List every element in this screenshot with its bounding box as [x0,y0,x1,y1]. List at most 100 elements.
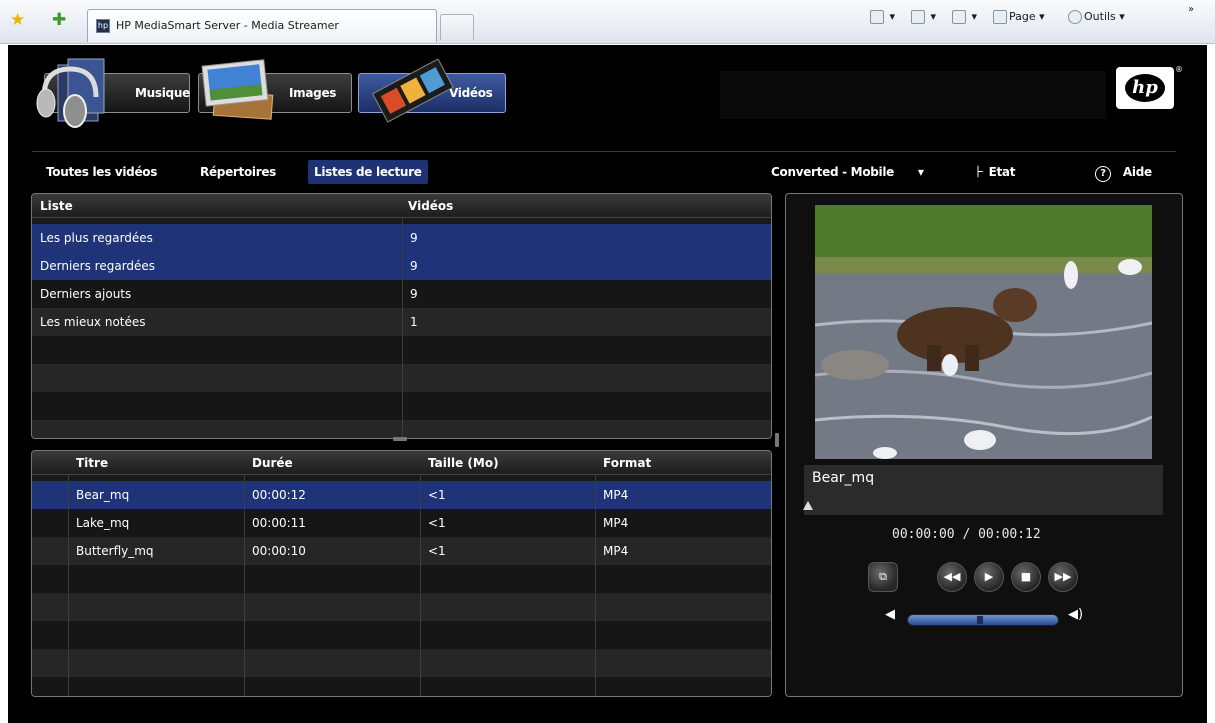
volume-down-icon[interactable]: ◀ [885,607,895,622]
videos-label: Vidéos [449,86,493,100]
tools-menu[interactable]: Outils ▾ [1068,10,1125,24]
playlist-count: 1 [410,315,418,329]
volume-slider-thumb[interactable] [977,616,983,624]
images-label: Images [289,86,337,100]
registered-mark: ® [1175,65,1183,74]
page-icon [993,10,1007,24]
video-frame[interactable] [815,205,1152,459]
new-tab-button[interactable] [440,14,474,40]
status-graph-icon: ⺊ [973,165,985,179]
video-format: MP4 [603,488,629,502]
stop-icon: ■ [1020,570,1032,583]
empty-row [32,649,771,677]
column-divider [68,475,69,696]
feeds-button[interactable]: ▾ [911,10,936,24]
column-header-duration[interactable]: Durée [252,451,293,475]
rewind-icon: ◀◀ [943,570,961,583]
playlist-name: Les plus regardées [40,231,153,245]
empty-row [32,621,771,649]
page-menu[interactable]: Page ▾ [993,10,1045,24]
tab-all-videos[interactable]: Toutes les vidéos [40,160,163,184]
play-icon: ▶ [984,570,994,583]
video-size: <1 [428,544,446,558]
status-button[interactable]: ⺊ Etat [973,160,1015,184]
home-button[interactable]: ▾ [870,10,895,24]
media-streamer-app: Musique Images Vidéos hp ® Toutes les vi… [8,45,1207,723]
rss-icon [911,10,925,24]
time-readout: 00:00:00 / 00:00:12 [892,527,1041,542]
film-strip-icon [372,59,454,123]
fast-forward-icon: ▶▶ [1054,570,1072,583]
gear-icon [1068,10,1082,24]
empty-row [32,677,771,696]
fast-forward-button[interactable]: ▶▶ [1048,562,1078,592]
tab-folders[interactable]: Répertoires [194,160,282,184]
video-duration: 00:00:12 [252,488,306,502]
playlists-table: Liste Vidéos Les plus regardées 9 Dernie… [31,193,772,439]
page-menu-label: Page [1009,10,1036,23]
column-divider [595,475,596,696]
add-favorites-icon[interactable]: ✚ [52,12,66,29]
hp-logo-text: hp [1125,74,1165,102]
column-header-videos[interactable]: Vidéos [408,194,453,218]
video-title: Bear_mq [76,488,130,502]
help-button[interactable]: ? Aide [1095,160,1152,184]
profile-label: Converted - Mobile [771,165,895,179]
playlist-name: Derniers regardées [40,259,156,273]
monitor-icon: ⧉ [879,570,887,583]
screen-mode-button[interactable]: ⧉ [868,562,898,592]
tab-title: HP MediaSmart Server - Media Streamer [116,19,339,32]
favorites-star-icon[interactable]: ★ [10,12,25,29]
volume-slider[interactable] [907,614,1059,626]
playlist-name: Derniers ajouts [40,287,132,301]
status-label: Etat [988,165,1016,179]
column-header-title[interactable]: Titre [76,451,108,475]
volume-up-icon[interactable]: ◀) [1068,607,1083,622]
browser-toolbar: ★ ✚ hp HP MediaSmart Server - Media Stre… [0,0,1215,44]
column-header-list[interactable]: Liste [40,194,73,218]
playlist-name: Les mieux notées [40,315,146,329]
video-thumbnail [815,205,1152,459]
hp-favicon-icon: hp [96,19,110,33]
chevron-down-icon: ▾ [917,165,924,179]
profile-dropdown[interactable]: Converted - Mobile ▾ [771,160,924,184]
video-size: <1 [428,488,446,502]
video-row[interactable]: Bear_mq 00:00:12 <1 MP4 [32,481,771,509]
divider [32,151,1176,152]
now-playing-title: Bear_mq [812,470,875,486]
print-button[interactable]: ▾ [952,10,977,24]
rewind-button[interactable]: ◀◀ [937,562,967,592]
column-divider [244,475,245,696]
empty-row [32,593,771,621]
video-row[interactable]: Butterfly_mq 00:00:10 <1 MP4 [32,537,771,565]
vertical-splitter-handle[interactable] [775,433,779,447]
video-title: Lake_mq [76,516,130,530]
browser-tab[interactable]: hp HP MediaSmart Server - Media Streamer [87,9,437,42]
play-button[interactable]: ▶ [974,562,1004,592]
playlist-count: 9 [410,231,418,245]
column-divider [402,218,403,438]
video-duration: 00:00:11 [252,516,306,530]
column-header-format[interactable]: Format [603,451,651,475]
music-label: Musique [135,86,190,100]
now-playing-box: Bear_mq [804,465,1163,515]
column-divider [420,475,421,696]
tab-playlists[interactable]: Listes de lecture [308,160,428,184]
video-title: Butterfly_mq [76,544,154,558]
banner-area [720,71,1106,119]
videos-table: Titre Durée Taille (Mo) Format Bear_mq 0… [31,450,772,697]
column-header-size[interactable]: Taille (Mo) [428,451,499,475]
stop-button[interactable]: ■ [1011,562,1041,592]
overflow-chevron-icon[interactable]: » [1188,4,1194,15]
tools-menu-label: Outils [1084,10,1116,23]
videos-header: Titre Durée Taille (Mo) Format [32,451,771,475]
playlists-header: Liste Vidéos [32,194,771,218]
playlist-count: 9 [410,287,418,301]
seek-handle[interactable] [803,501,813,510]
video-row[interactable]: Lake_mq 00:00:11 <1 MP4 [32,509,771,537]
horizontal-splitter-handle[interactable] [393,437,407,441]
pictures-icon [201,59,274,120]
headphones-icon [36,58,105,128]
video-format: MP4 [603,516,629,530]
help-icon: ? [1095,166,1111,182]
